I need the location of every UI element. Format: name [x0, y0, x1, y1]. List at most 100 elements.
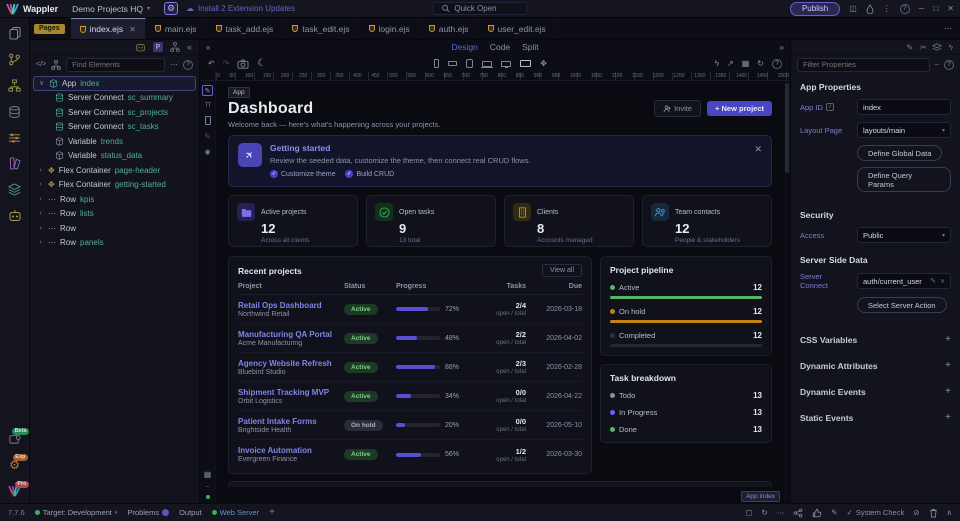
section-dynamic-attributes[interactable]: Dynamic Attributes+: [800, 360, 951, 371]
define-global-data-button[interactable]: Define Global Data: [857, 145, 942, 161]
tree-item-sc-summary[interactable]: Server Connectsc_summary: [33, 91, 196, 106]
share-nodes-icon[interactable]: [793, 508, 803, 518]
tab-main-ejs[interactable]: main.ejs: [146, 18, 207, 39]
quick-format-bolt-icon[interactable]: ϟ: [949, 43, 953, 52]
clear-icon[interactable]: ✕: [940, 278, 945, 285]
wappler-pro-icon[interactable]: Pro: [8, 485, 21, 497]
layers-panel-icon[interactable]: [8, 183, 21, 196]
theme-brush-icon[interactable]: ✎: [831, 508, 837, 517]
server-settings-panel-icon[interactable]: [8, 132, 21, 144]
settings-gear-button[interactable]: ⚙: [164, 2, 178, 15]
select-box-icon[interactable]: ▢: [745, 508, 752, 517]
dismiss-banner-icon[interactable]: ✕: [754, 144, 762, 155]
info-icon[interactable]: i: [826, 103, 834, 111]
desktop-breakpoint-icon[interactable]: [501, 61, 511, 67]
drag-grid-icon[interactable]: ▦: [204, 470, 212, 479]
help-icon[interactable]: ?: [900, 4, 910, 14]
redo-icon[interactable]: ↷: [223, 59, 230, 68]
sitemap-icon[interactable]: [170, 42, 180, 52]
chevron-right-icon[interactable]: ›: [37, 225, 44, 232]
close-window-button[interactable]: ✕: [947, 4, 954, 13]
check-customize-theme[interactable]: ✓Customize theme: [270, 170, 335, 178]
open-in-browser-icon[interactable]: ↗: [727, 59, 734, 68]
minus-icon[interactable]: ─: [935, 62, 939, 68]
more-icon[interactable]: ⋯: [170, 60, 178, 69]
tab-user-edit-ejs[interactable]: user_edit.ejs: [479, 18, 556, 39]
filter-properties-input[interactable]: [797, 58, 930, 72]
tree-item-app-index[interactable]: ∨ Appindex: [33, 76, 196, 91]
access-select[interactable]: Public▾: [857, 227, 951, 243]
tree-item-row-lists[interactable]: › ⋯ Rowlists: [33, 207, 196, 222]
collapse-right-icon[interactable]: »: [780, 43, 784, 52]
tree-item-flex-page-header[interactable]: › ✥ Flex Containerpage-header: [33, 163, 196, 178]
chevron-right-icon[interactable]: ›: [37, 196, 44, 203]
table-row[interactable]: Patient Intake FormsBrightside Health On…: [238, 411, 582, 440]
expand-plus-icon[interactable]: +: [945, 386, 951, 397]
more-actions-icon[interactable]: ⋯: [777, 508, 785, 517]
find-elements-input[interactable]: [66, 58, 165, 72]
check-build-crud[interactable]: ✓Build CRUD: [345, 170, 394, 178]
tab-login-ejs[interactable]: login.ejs: [360, 18, 420, 39]
tree-item-row-panels[interactable]: › ⋯ Rowpanels: [33, 236, 196, 251]
chevron-right-icon[interactable]: ›: [37, 167, 44, 174]
tab-auth-ejs[interactable]: auth.ejs: [420, 18, 479, 39]
select-server-action-button[interactable]: Select Server Action: [857, 297, 947, 313]
pages-panel-icon[interactable]: [8, 26, 22, 40]
move-tool-icon[interactable]: ✥: [540, 59, 547, 68]
minimize-button[interactable]: ─: [919, 4, 925, 13]
layout-page-select[interactable]: layouts/main▾: [857, 122, 951, 138]
section-dynamic-events[interactable]: Dynamic Events+: [800, 386, 951, 397]
structure-help-icon[interactable]: ?: [183, 60, 193, 70]
layers-stack-icon[interactable]: [932, 43, 942, 52]
system-check-button[interactable]: ✓System Check: [847, 508, 905, 517]
section-css-variables[interactable]: CSS Variables+: [800, 334, 951, 345]
thumbs-up-icon[interactable]: [812, 508, 822, 518]
layout-columns-icon[interactable]: ◫: [849, 4, 857, 13]
tree-item-row-kpis[interactable]: › ⋯ Rowkpis: [33, 192, 196, 207]
edit-pencil-icon[interactable]: ✎: [930, 277, 936, 285]
workflows-panel-icon[interactable]: [8, 79, 21, 92]
tree-item-variable-trends[interactable]: Variabletrends: [33, 134, 196, 149]
screenshot-camera-icon[interactable]: [237, 59, 249, 69]
canvas-vertical-scrollbar[interactable]: [784, 81, 790, 503]
tree-item-sc-projects[interactable]: Server Connectsc_projects: [33, 105, 196, 120]
add-panel-icon[interactable]: +: [269, 507, 275, 518]
styles-tool-icon[interactable]: ✎: [204, 132, 211, 141]
extensions-panel-icon[interactable]: Beta: [8, 432, 21, 445]
maximize-button[interactable]: □: [933, 4, 938, 13]
collapse-left-icon[interactable]: «: [206, 43, 210, 52]
tablet-breakpoint-icon[interactable]: [466, 59, 473, 68]
define-query-params-button[interactable]: Define Query Params: [857, 167, 951, 192]
properties-help-icon[interactable]: ?: [944, 60, 954, 70]
tree-item-row[interactable]: › ⋯ Row: [33, 221, 196, 236]
phone-breakpoint-icon[interactable]: [434, 59, 439, 68]
invite-button[interactable]: Invite: [654, 100, 701, 117]
extension-updates-link[interactable]: ☁ Install 2 Extension Updates: [186, 4, 295, 13]
ai-assistant-panel-icon[interactable]: [8, 209, 22, 222]
tab-code[interactable]: Code: [490, 42, 510, 52]
table-row[interactable]: Invoice AutomationEvergreen Finance Acti…: [238, 440, 582, 469]
more-options-icon[interactable]: ⋮: [883, 4, 891, 13]
server-connect-field[interactable]: auth/current_user✎✕: [857, 273, 951, 289]
edit-element-icon[interactable]: ✎: [202, 85, 213, 96]
project-selector[interactable]: Demo Projects HQ ▾: [66, 3, 156, 15]
publish-button[interactable]: Publish: [790, 2, 840, 16]
undo-icon[interactable]: ↶: [208, 59, 215, 68]
database-panel-icon[interactable]: [8, 105, 21, 119]
tab-index-ejs[interactable]: index.ejs ✕: [71, 18, 146, 39]
collapse-up-icon[interactable]: ∧: [947, 508, 953, 517]
ai-bot-icon[interactable]: [135, 42, 146, 52]
table-row[interactable]: Shipment Tracking MVPOrbit Logistics Act…: [238, 382, 582, 411]
pages-dropdown[interactable]: Pages: [34, 24, 65, 34]
theme-droplet-icon[interactable]: [866, 4, 874, 14]
problems-tab[interactable]: Problems: [127, 508, 169, 517]
laptop-breakpoint-icon[interactable]: [482, 61, 492, 67]
quick-open-button[interactable]: Quick Open: [432, 2, 527, 15]
refresh-icon[interactable]: ↻: [757, 59, 764, 68]
divider-handle-icon[interactable]: ─: [205, 484, 209, 490]
expand-plus-icon[interactable]: +: [945, 360, 951, 371]
tree-item-sc-tasks[interactable]: Server Connectsc_tasks: [33, 120, 196, 135]
clear-console-icon[interactable]: ⊘: [913, 508, 919, 517]
view-all-button[interactable]: View all: [542, 264, 582, 277]
chevron-down-icon[interactable]: ∨: [38, 79, 45, 87]
